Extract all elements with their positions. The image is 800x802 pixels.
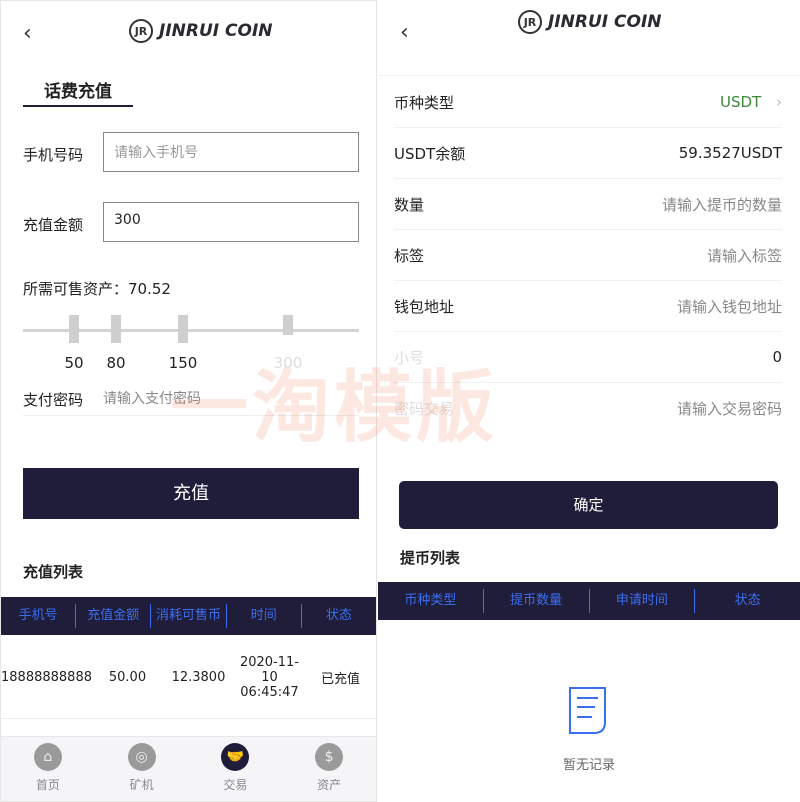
wallet-address-input[interactable]: 请输入钱包地址 bbox=[677, 296, 782, 317]
field-label: 小号 bbox=[394, 348, 425, 367]
column-header: 币种类型 bbox=[378, 589, 484, 613]
phone-input[interactable]: 请输入手机号 bbox=[103, 132, 359, 172]
balance-row: USDT余额 59.3527USDT bbox=[394, 128, 782, 179]
slider-knob[interactable] bbox=[283, 315, 293, 335]
small-account-row: 小号 0 bbox=[394, 332, 782, 383]
column-header: 手机号 bbox=[1, 604, 77, 628]
document-icon bbox=[569, 687, 606, 734]
balance-value: 59.3527USDT bbox=[678, 144, 782, 162]
field-label: 标签 bbox=[394, 246, 425, 265]
withdraw-panel: ‹ JR JINRUI COIN 币种类型 USDT › USDT余额 59.352… bbox=[378, 0, 800, 802]
field-label: 数量 bbox=[394, 195, 425, 214]
cell-time: 2020-11-10 06:45:47 bbox=[234, 655, 305, 700]
cell-clock: 06:45:47 bbox=[240, 685, 299, 700]
amount-label: 充值金额 bbox=[23, 216, 84, 234]
column-header: 申请时间 bbox=[590, 589, 696, 613]
dollar-icon: $ bbox=[315, 743, 344, 771]
logo-text: JINRUI COIN bbox=[159, 21, 273, 41]
empty-state-text: 暂无记录 bbox=[562, 758, 615, 773]
tag-row: 标签 请输入标签 bbox=[394, 230, 782, 281]
phone-label: 手机号码 bbox=[23, 146, 84, 164]
slider-knob[interactable] bbox=[69, 315, 79, 343]
divider bbox=[23, 415, 359, 416]
tab-phone-recharge[interactable]: 话费充值 bbox=[23, 73, 133, 107]
pay-password-input[interactable]: 请输入支付密码 bbox=[103, 388, 201, 408]
column-header: 状态 bbox=[325, 608, 352, 623]
phone-recharge-panel: ‹ JR JINRUI COIN 话费充值 手机号码 请输入手机号 充值金额 3… bbox=[0, 0, 377, 802]
logo: JR JINRUI COIN bbox=[518, 10, 662, 34]
logo-mark-icon: JR bbox=[129, 19, 153, 43]
chevron-right-icon: › bbox=[776, 93, 782, 111]
slider-tick: 80 bbox=[106, 354, 126, 372]
miner-icon: ◎ bbox=[127, 743, 156, 771]
nav-miner[interactable]: ◎ 矿机 bbox=[95, 737, 189, 801]
header: ‹ JR JINRUI COIN bbox=[378, 0, 800, 76]
recharge-table-header: 手机号 充值金额 消耗可售币 时间 状态 bbox=[1, 597, 376, 635]
column-header: 时间 bbox=[227, 604, 302, 628]
nav-home[interactable]: ⌂ 首页 bbox=[1, 737, 95, 801]
quantity-row: 数量 请输入提币的数量 bbox=[394, 179, 782, 230]
cell-date: 2020-11-10 bbox=[239, 655, 299, 685]
cell-phone: 18888888888 bbox=[1, 670, 92, 685]
cell-cost: 12.3800 bbox=[171, 670, 226, 685]
small-account-input[interactable]: 0 bbox=[772, 348, 782, 366]
slider-knob[interactable] bbox=[178, 315, 188, 343]
cell-amount: 50.00 bbox=[108, 670, 147, 685]
slider-tick: 150 bbox=[168, 354, 198, 372]
cell-status: 已充值 bbox=[320, 672, 360, 687]
logo-mark-icon: JR bbox=[518, 10, 542, 34]
trade-password-row: 密码交易 请输入交易密码 bbox=[394, 383, 782, 434]
pay-password-label: 支付密码 bbox=[23, 391, 84, 409]
recharge-button[interactable]: 充值 bbox=[23, 468, 359, 519]
trade-password-input[interactable]: 请输入交易密码 bbox=[677, 398, 782, 419]
column-header: 充值金额 bbox=[76, 604, 152, 628]
wallet-address-row: 钱包地址 请输入钱包地址 bbox=[394, 281, 782, 332]
nav-assets[interactable]: $ 资产 bbox=[282, 737, 376, 801]
logo: JR JINRUI COIN bbox=[129, 19, 273, 43]
coin-type-row[interactable]: 币种类型 USDT › bbox=[394, 77, 782, 128]
back-icon[interactable]: ‹ bbox=[23, 21, 32, 46]
field-label: 币种类型 bbox=[394, 93, 455, 112]
bottom-nav: ⌂ 首页 ◎ 矿机 🤝 交易 $ 资产 bbox=[1, 736, 376, 801]
nav-label: 资产 bbox=[317, 778, 342, 792]
nav-label: 矿机 bbox=[129, 778, 154, 792]
column-header: 消耗可售币 bbox=[151, 604, 227, 628]
slider-knob[interactable] bbox=[111, 315, 121, 343]
nav-label: 交易 bbox=[223, 778, 248, 792]
coin-type-value: USDT bbox=[720, 93, 762, 111]
amount-input[interactable]: 300 bbox=[103, 202, 359, 242]
back-icon[interactable]: ‹ bbox=[400, 20, 409, 45]
slider-tick: 300 bbox=[273, 354, 303, 372]
field-label: 钱包地址 bbox=[394, 297, 455, 316]
field-label: USDT余额 bbox=[394, 144, 466, 163]
required-assets: 所需可售资产：70.52 bbox=[23, 280, 171, 298]
withdraw-table-header: 币种类型 提币数量 申请时间 状态 bbox=[378, 582, 800, 620]
header: ‹ JR JINRUI COIN bbox=[1, 1, 376, 67]
handshake-icon: 🤝 bbox=[221, 743, 250, 771]
quantity-input[interactable]: 请输入提币的数量 bbox=[662, 194, 782, 215]
confirm-button[interactable]: 确定 bbox=[399, 481, 778, 529]
home-icon: ⌂ bbox=[33, 743, 62, 771]
nav-label: 首页 bbox=[35, 778, 60, 792]
withdraw-list-title: 提币列表 bbox=[400, 549, 461, 567]
column-header: 状态 bbox=[734, 593, 761, 608]
recharge-list-title: 充值列表 bbox=[23, 563, 84, 581]
field-label: 密码交易 bbox=[394, 400, 455, 418]
slider-tick: 50 bbox=[64, 354, 84, 372]
table-row: 18888888888 50.00 12.3800 2020-11-10 06:4… bbox=[1, 637, 376, 719]
tag-input[interactable]: 请输入标签 bbox=[707, 245, 782, 266]
nav-trade[interactable]: 🤝 交易 bbox=[189, 737, 283, 801]
column-header: 提币数量 bbox=[484, 589, 590, 613]
logo-text: JINRUI COIN bbox=[548, 12, 662, 32]
